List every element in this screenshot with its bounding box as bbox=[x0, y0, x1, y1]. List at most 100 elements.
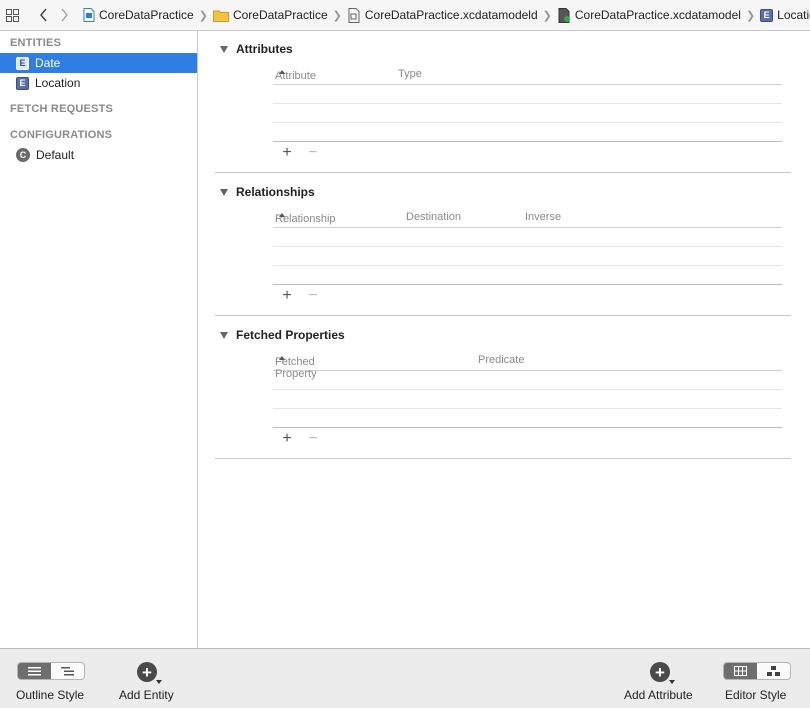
breadcrumb-label: Location bbox=[777, 8, 810, 22]
chevron-right-icon: ❯ bbox=[745, 9, 756, 22]
table-header: Attribute Type bbox=[273, 66, 782, 85]
breadcrumb-project[interactable]: CoreDataPractice bbox=[83, 8, 194, 22]
attributes-add-remove: + − bbox=[280, 144, 320, 162]
table-grid-icon bbox=[734, 666, 747, 676]
add-entity-label: Add Entity bbox=[119, 688, 174, 702]
outline-flat-style-button[interactable] bbox=[18, 663, 51, 679]
sort-ascending-icon bbox=[279, 356, 285, 360]
entity-icon: E bbox=[760, 8, 774, 22]
sort-ascending-icon bbox=[279, 70, 285, 74]
section-title: Fetched Properties bbox=[236, 328, 345, 342]
fetched-properties-disclosure[interactable]: Fetched Properties bbox=[220, 328, 345, 342]
breadcrumb-model[interactable]: CoreDataPractice.xcdatamodel bbox=[557, 7, 741, 23]
graph-editor-style-button[interactable] bbox=[757, 663, 790, 679]
attributes-table: Attribute Type bbox=[273, 66, 782, 142]
dropdown-arrow-icon bbox=[156, 680, 162, 684]
editor-style-label: Editor Style bbox=[725, 688, 787, 702]
plus-circle-icon: + bbox=[142, 662, 152, 682]
entity-label: Location bbox=[35, 76, 81, 90]
relationships-add-remove: + − bbox=[280, 287, 320, 305]
add-fetched-property-plus-button[interactable]: + bbox=[280, 430, 294, 448]
jump-bar: CoreDataPractice ❯ CoreDataPractice ❯ Co… bbox=[0, 0, 810, 31]
table-row bbox=[273, 85, 782, 104]
table-header: Fetched Property Predicate bbox=[273, 352, 782, 380]
add-attribute-button[interactable]: + bbox=[650, 662, 675, 684]
table-row bbox=[273, 266, 782, 285]
chevron-right-icon: ❯ bbox=[198, 9, 208, 22]
entity-icon: E bbox=[16, 76, 29, 90]
entity-editor: Attributes Attribute Type + − Relationsh… bbox=[198, 31, 810, 648]
breadcrumb-label: CoreDataPractice bbox=[99, 8, 194, 22]
disclosure-triangle-icon bbox=[220, 331, 228, 339]
sort-ascending-icon bbox=[279, 213, 285, 217]
fetched-properties-section: Fetched Properties Fetched Property Pred… bbox=[215, 317, 791, 459]
breadcrumb-entity[interactable]: E Location bbox=[760, 8, 810, 22]
entities-header: ENTITIES bbox=[10, 37, 62, 49]
table-row bbox=[273, 247, 782, 266]
relationships-disclosure[interactable]: Relationships bbox=[220, 185, 315, 199]
configuration-item-default[interactable]: C Default bbox=[0, 145, 197, 165]
related-items-grid-icon[interactable] bbox=[6, 7, 19, 23]
table-row bbox=[273, 104, 782, 123]
graph-icon bbox=[767, 666, 780, 676]
breadcrumb-label: CoreDataPractice.xcdatamodeld bbox=[364, 8, 538, 22]
breadcrumb-model-bundle[interactable]: CoreDataPractice.xcdatamodeld bbox=[347, 7, 538, 23]
chevron-right-icon: ❯ bbox=[542, 9, 552, 22]
dropdown-arrow-icon bbox=[669, 680, 675, 684]
versioned-model-icon bbox=[347, 7, 361, 23]
disclosure-triangle-icon bbox=[220, 45, 228, 53]
section-title: Attributes bbox=[236, 42, 293, 56]
configuration-label: Default bbox=[36, 148, 75, 162]
entity-icon: E bbox=[16, 56, 29, 70]
fetched-properties-add-remove: + − bbox=[280, 430, 320, 448]
relationships-section: Relationships Relationship Destination I… bbox=[215, 174, 791, 316]
bottom-toolbar: Outline Style + Add Entity + Add Attribu… bbox=[0, 648, 810, 708]
table-row bbox=[273, 390, 782, 409]
table-row bbox=[273, 228, 782, 247]
remove-fetched-property-minus-button[interactable]: − bbox=[306, 430, 320, 448]
entity-item-location[interactable]: E Location bbox=[0, 73, 197, 93]
add-relationship-plus-button[interactable]: + bbox=[280, 287, 294, 305]
back-arrow-icon[interactable] bbox=[39, 7, 49, 23]
disclosure-triangle-icon bbox=[220, 188, 228, 196]
column-header-destination[interactable]: Destination bbox=[406, 211, 461, 223]
column-header-type[interactable]: Type bbox=[398, 68, 422, 80]
attributes-disclosure[interactable]: Attributes bbox=[220, 42, 293, 56]
remove-relationship-minus-button[interactable]: − bbox=[306, 287, 320, 305]
add-entity-button[interactable]: + bbox=[137, 662, 162, 684]
chevron-right-icon: ❯ bbox=[332, 9, 342, 22]
table-row bbox=[273, 123, 782, 142]
project-file-icon bbox=[83, 8, 95, 22]
list-flat-icon bbox=[28, 666, 41, 675]
add-attribute-label: Add Attribute bbox=[624, 688, 693, 702]
outline-hierarchy-style-button[interactable] bbox=[51, 663, 84, 679]
folder-icon bbox=[212, 9, 229, 22]
relationships-table: Relationship Destination Inverse bbox=[273, 209, 782, 285]
fetched-properties-table: Fetched Property Predicate bbox=[273, 352, 782, 428]
outline-style-control bbox=[17, 662, 85, 680]
outline-style-label: Outline Style bbox=[16, 688, 85, 702]
forward-arrow-icon[interactable] bbox=[59, 7, 69, 23]
add-attribute-plus-button[interactable]: + bbox=[280, 144, 294, 162]
table-row bbox=[273, 371, 782, 390]
column-header-inverse[interactable]: Inverse bbox=[525, 211, 561, 223]
configuration-icon: C bbox=[16, 148, 30, 162]
table-row bbox=[273, 409, 782, 428]
configurations-header: CONFIGURATIONS bbox=[10, 129, 113, 141]
attributes-section: Attributes Attribute Type + − bbox=[215, 31, 791, 173]
table-header: Relationship Destination Inverse bbox=[273, 209, 782, 228]
remove-attribute-minus-button[interactable]: − bbox=[306, 144, 320, 162]
entity-item-date[interactable]: E Date bbox=[0, 53, 197, 73]
list-hierarchy-icon bbox=[61, 666, 74, 675]
breadcrumb-label: CoreDataPractice bbox=[232, 8, 328, 22]
entity-label: Date bbox=[35, 56, 61, 70]
table-editor-style-button[interactable] bbox=[724, 663, 757, 679]
breadcrumb-label: CoreDataPractice.xcdatamodel bbox=[574, 8, 741, 22]
editor-style-control bbox=[723, 662, 791, 680]
column-header-predicate[interactable]: Predicate bbox=[478, 354, 524, 366]
data-model-icon bbox=[557, 7, 571, 23]
breadcrumb-folder[interactable]: CoreDataPractice bbox=[212, 8, 328, 22]
section-title: Relationships bbox=[236, 185, 315, 199]
fetch-requests-header: FETCH REQUESTS bbox=[10, 103, 114, 115]
outline-sidebar: ENTITIES E Date E Location FETCH REQUEST… bbox=[0, 31, 198, 648]
